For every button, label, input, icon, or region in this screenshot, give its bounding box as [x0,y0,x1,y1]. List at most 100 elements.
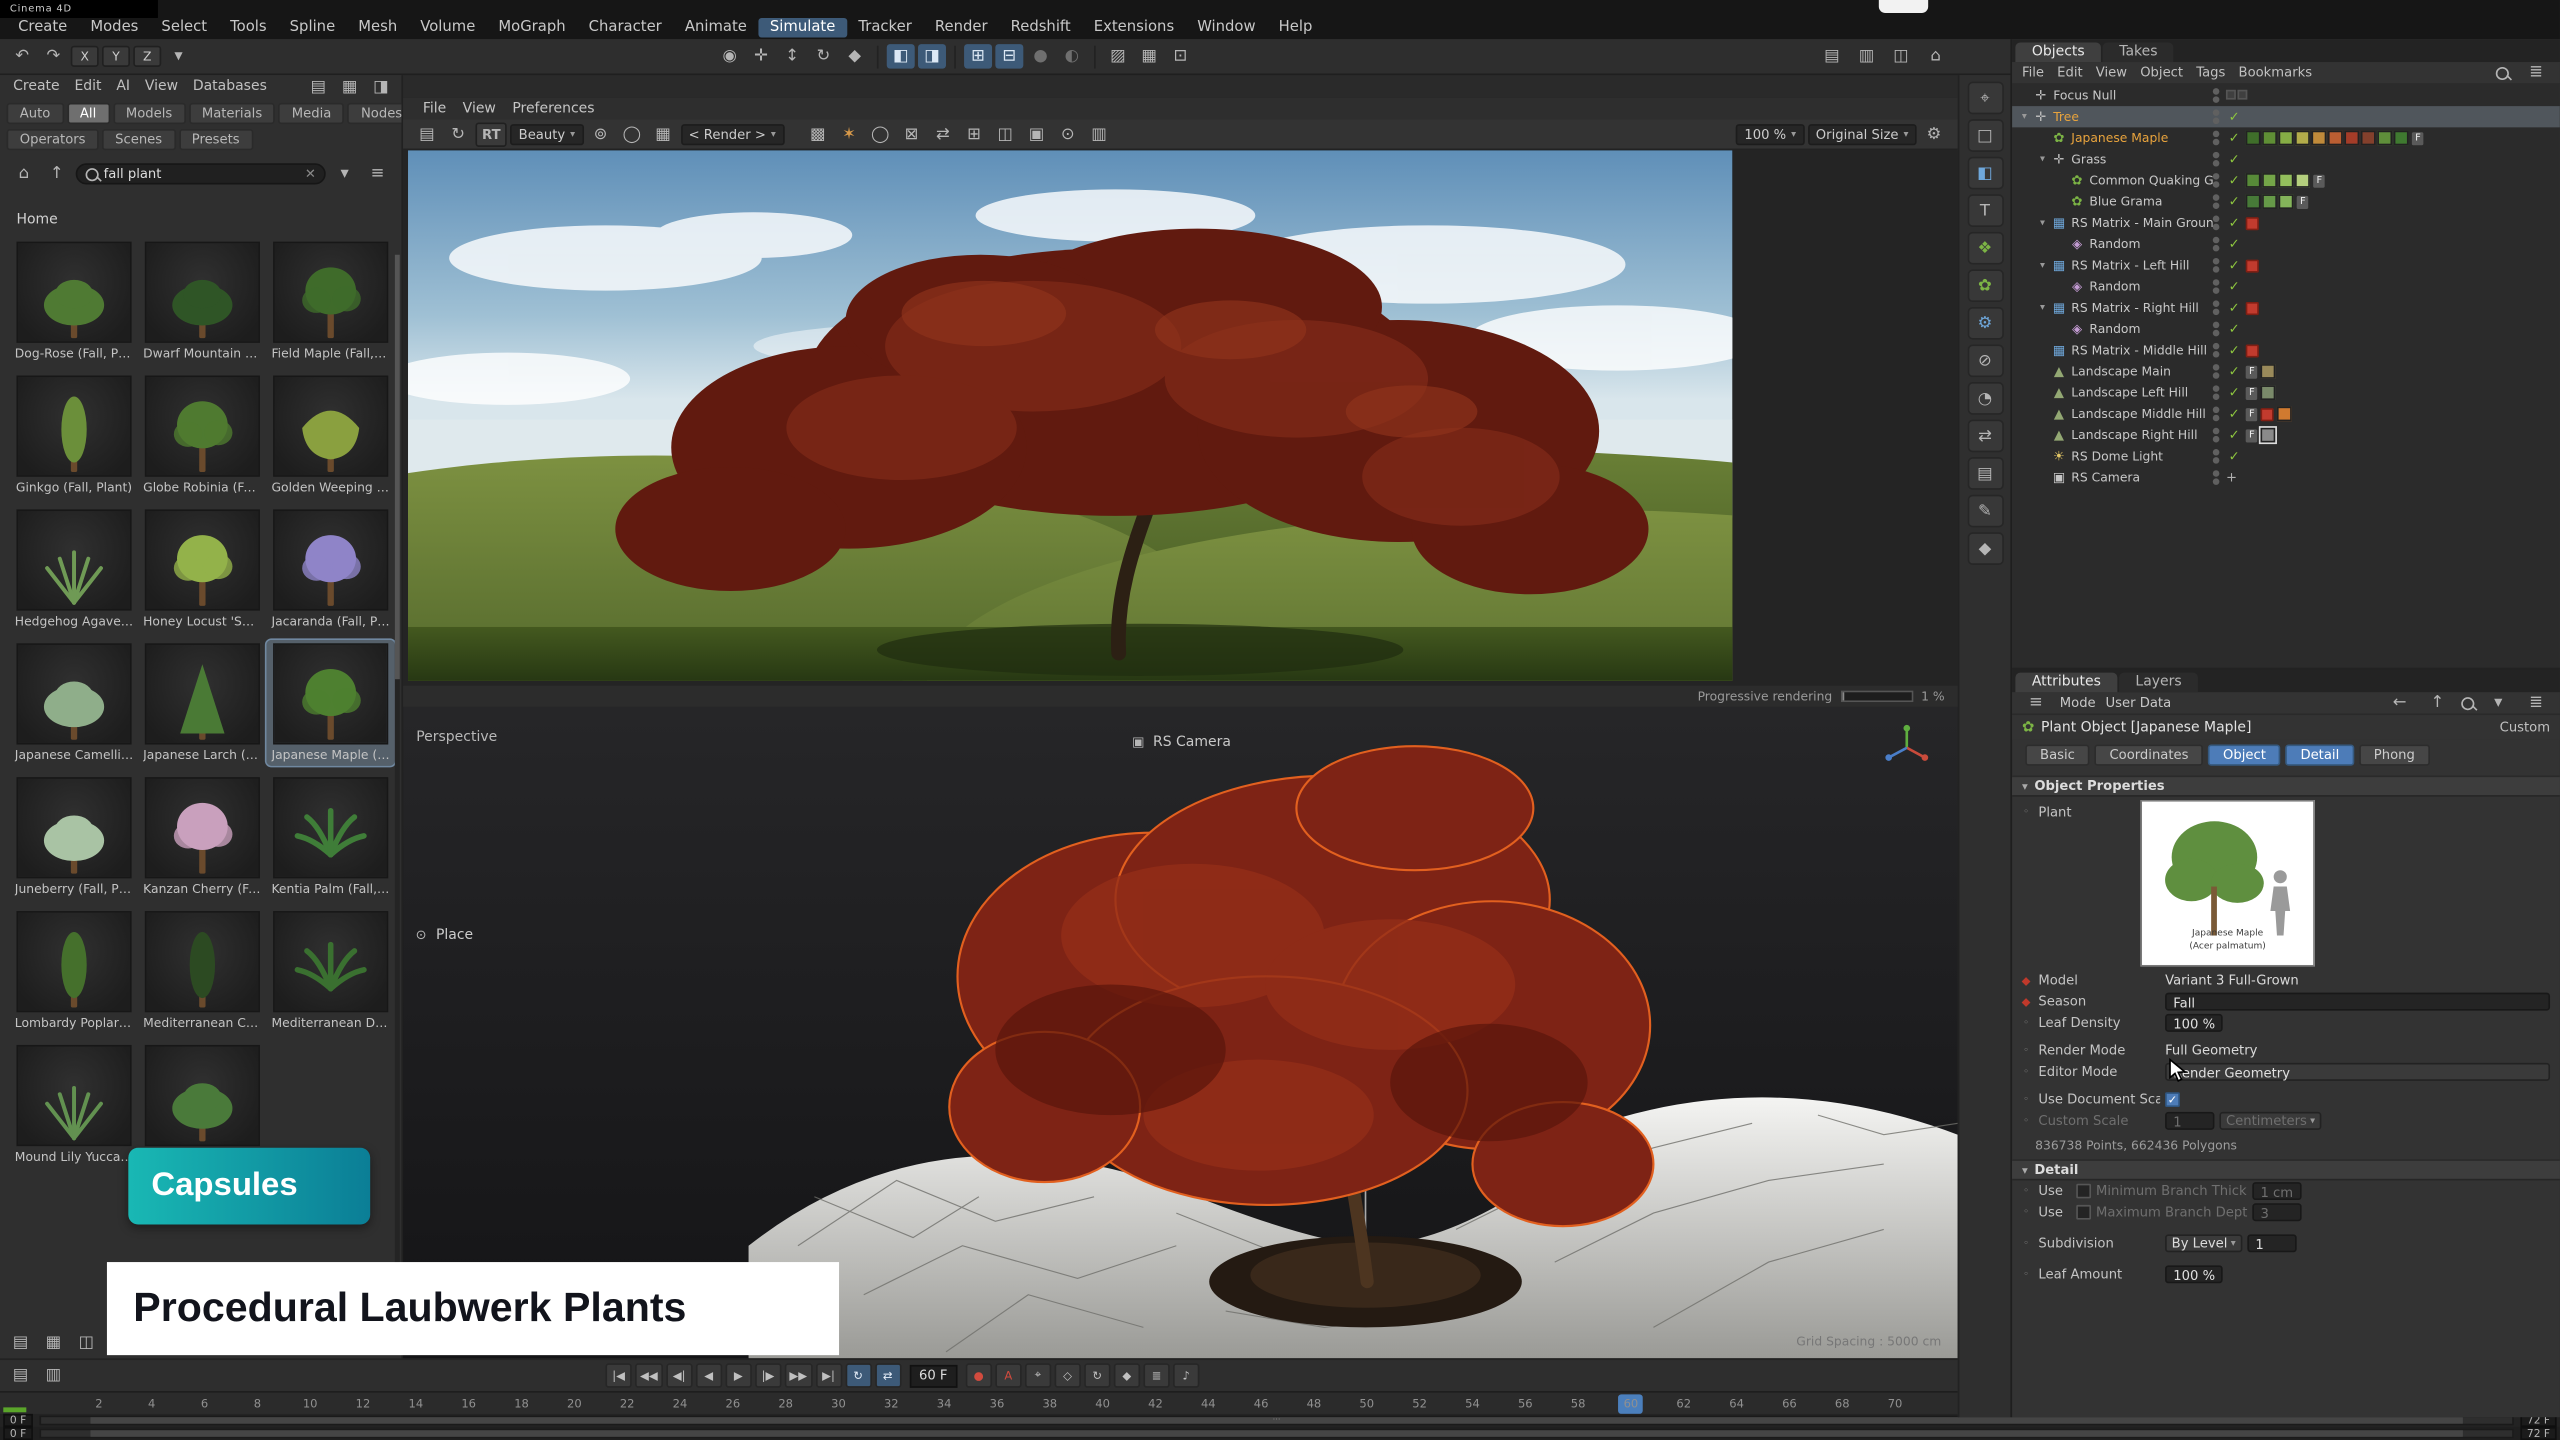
side-flower-tool-icon[interactable]: ✿ [1967,269,2003,302]
asset-item-japanese-larch-fall-plant[interactable]: Japanese Larch (Fall, Plant) [138,640,266,766]
asset-item-lombardy-poplar-fall-plant[interactable]: Lombardy Poplar (Fall, Plant) [10,908,138,1034]
filter-tab-models[interactable]: Models [113,103,186,124]
expand-arrow-icon[interactable]: ▾ [2035,302,2050,313]
ab-menu-ai[interactable]: AI [116,78,130,94]
asset-item-japanese-maple-fall-plant[interactable]: Japanese Maple (Fall, Plant) [267,640,395,766]
asset-item-mediterranean-dwarf-palm-fall-plant[interactable]: Mediterranean Dwarf Palm (Fall, Plant) [267,908,395,1034]
asset-item-mediterranean-cypress-fall-plant[interactable]: Mediterranean Cypress (Fall, Plant) [138,908,266,1034]
leaf-amount-input[interactable]: 100 % [2165,1265,2223,1283]
side-swap-tool-icon[interactable]: ⇄ [1967,420,2003,453]
render-view-button[interactable]: ▦ [1135,44,1163,68]
tree-item-common-quaking-grass[interactable]: ✿Common Quaking Grass✓F [2012,170,2560,191]
keyframe-scale-toggle[interactable]: ◇ [1054,1363,1080,1387]
vp-circle-select-icon[interactable]: ◯ [866,122,894,146]
expand-arrow-icon[interactable]: ▾ [2017,111,2032,122]
side-gear-tool-icon[interactable]: ⚙ [1967,307,2003,340]
vp-menu-file[interactable]: File [423,100,446,116]
layer-toggles[interactable] [2226,88,2249,103]
quantize-toggle[interactable]: ⊟ [995,44,1023,68]
zoom-dropdown[interactable]: 100 %▾ [1736,123,1804,144]
tree-item-tree[interactable]: ▾✛Tree✓ [2012,106,2560,127]
axis-y-button[interactable]: Y [102,46,130,67]
keyframe-rotation-toggle[interactable]: ↻ [1084,1363,1110,1387]
section-tab-detail[interactable]: Detail [2286,745,2354,766]
filter-tab-all[interactable]: All [67,103,110,124]
vp-magic-icon[interactable]: ✶ [835,122,863,146]
coord-system-dropdown[interactable]: ▾ [165,44,193,68]
browser-thumb-icon[interactable]: ▦ [39,1331,67,1355]
tree-item-japanese-maple[interactable]: ✿Japanese Maple✓F [2012,127,2560,148]
visibility-dots[interactable] [2213,216,2220,231]
attr-back-icon[interactable]: ← [2386,691,2414,715]
category-tab-scenes[interactable]: Scenes [102,129,175,150]
tree-item-blue-grama[interactable]: ✿Blue Grama✓F [2012,191,2560,212]
visibility-dots[interactable] [2213,152,2220,167]
disabled-tool-icon-1[interactable]: ● [1027,44,1055,68]
vp-menu-icon[interactable]: ▤ [413,122,441,146]
menu-select[interactable]: Select [150,17,219,37]
axis-z-button[interactable]: Z [133,46,161,67]
enabled-check-icon[interactable]: ✓ [2226,216,2242,231]
browser-view-detail-icon[interactable]: ▦ [336,75,364,99]
side-pen-tool-icon[interactable]: ✎ [1967,495,2003,528]
category-tab-operators[interactable]: Operators [7,129,99,150]
home-icon[interactable]: ⌂ [10,162,38,186]
axis-lock-toggle[interactable]: ◨ [918,44,946,68]
use-document-scale-checkbox[interactable]: ✓ [2165,1092,2180,1107]
layout-single-icon[interactable]: ⌂ [1922,44,1950,68]
visibility-dots[interactable] [2213,449,2220,464]
render-mode-dropdown[interactable]: Full Geometry [2165,1043,2257,1058]
tree-item-rs-matrix-middle-hill[interactable]: ▦RS Matrix - Middle Hill✓ [2012,340,2560,361]
menu-redshift[interactable]: Redshift [999,17,1082,37]
last-tool-icon[interactable]: ◆ [841,44,869,68]
rendered-image[interactable] [408,150,1732,681]
plant-preview[interactable]: Japanese Maple (Acer palmatum) [2140,800,2314,967]
camera-label[interactable]: ▣ RS Camera [1130,730,1231,754]
vp-menu-preferences[interactable]: Preferences [512,100,594,116]
menu-extensions[interactable]: Extensions [1082,17,1185,37]
attr-up-icon[interactable]: ↑ [2423,691,2451,715]
ab-menu-create[interactable]: Create [13,78,59,94]
attr-search-icon[interactable] [2461,696,2474,709]
attr-menu-icon[interactable]: ≡ [2022,691,2050,715]
filter-tab-materials[interactable]: Materials [189,103,276,124]
rt-button[interactable]: RT [475,122,507,146]
menu-render[interactable]: Render [923,17,999,37]
visibility-dots[interactable] [2213,385,2220,400]
tab-takes[interactable]: Takes [2103,42,2174,62]
render-gear-icon[interactable]: ⚙ [1920,122,1948,146]
browser-view-grid-icon[interactable]: ▤ [304,75,332,99]
filter-tab-nodes[interactable]: Nodes [348,103,403,124]
vp-grid-snap-icon[interactable]: ⊞ [960,122,988,146]
enabled-check-icon[interactable]: ✓ [2226,428,2242,443]
ab-menu-edit[interactable]: Edit [74,78,101,94]
tree-item-landscape-left-hill[interactable]: ▲Landscape Left Hill✓F [2012,382,2560,403]
enabled-check-icon[interactable]: ✓ [2226,449,2242,464]
tree-item-rs-dome-light[interactable]: ☀RS Dome Light✓ [2012,446,2560,467]
asset-item-honey-locust-sunburst-fall-plant[interactable]: Honey Locust 'Sunburst' (Fall, Plant) [138,506,266,632]
vp-sphere-icon[interactable]: ◯ [618,122,646,146]
tree-item-landscape-main[interactable]: ▲Landscape Main✓F [2012,361,2560,382]
enabled-check-icon[interactable]: ✓ [2226,279,2242,294]
om-menu-object[interactable]: Object [2140,65,2183,80]
user-data-menu[interactable]: User Data [2106,696,2172,711]
snap-toggle[interactable]: ⊞ [964,44,992,68]
expand-arrow-icon[interactable]: ▾ [2035,217,2050,228]
ab-menu-view[interactable]: View [145,78,178,94]
enabled-check-icon[interactable]: ✓ [2226,385,2242,400]
menu-create[interactable]: Create [7,17,79,37]
timeline-page-icon[interactable]: ▤ [7,1363,35,1387]
object-properties-header[interactable]: ▾ Object Properties [2012,776,2560,797]
next-key-button[interactable]: ▶▶ [784,1363,812,1387]
range-toggle[interactable]: ⇄ [875,1363,901,1387]
tab-objects[interactable]: Objects [2015,42,2101,62]
current-frame-field[interactable]: 60 F [909,1364,957,1387]
visibility-dots[interactable] [2213,131,2220,146]
side-text-tool-icon[interactable]: T [1967,194,2003,227]
enabled-check-icon[interactable]: ✓ [2226,322,2242,337]
tree-item-random[interactable]: ◈Random✓ [2012,276,2560,297]
preview-end-field[interactable]: 72 F [2520,1427,2556,1440]
tree-item-rs-matrix-right-hill[interactable]: ▾▦RS Matrix - Right Hill✓ [2012,297,2560,318]
enabled-check-icon[interactable]: ✓ [2226,131,2242,146]
tree-item-rs-camera[interactable]: ▣RS Camera+ [2012,467,2560,488]
